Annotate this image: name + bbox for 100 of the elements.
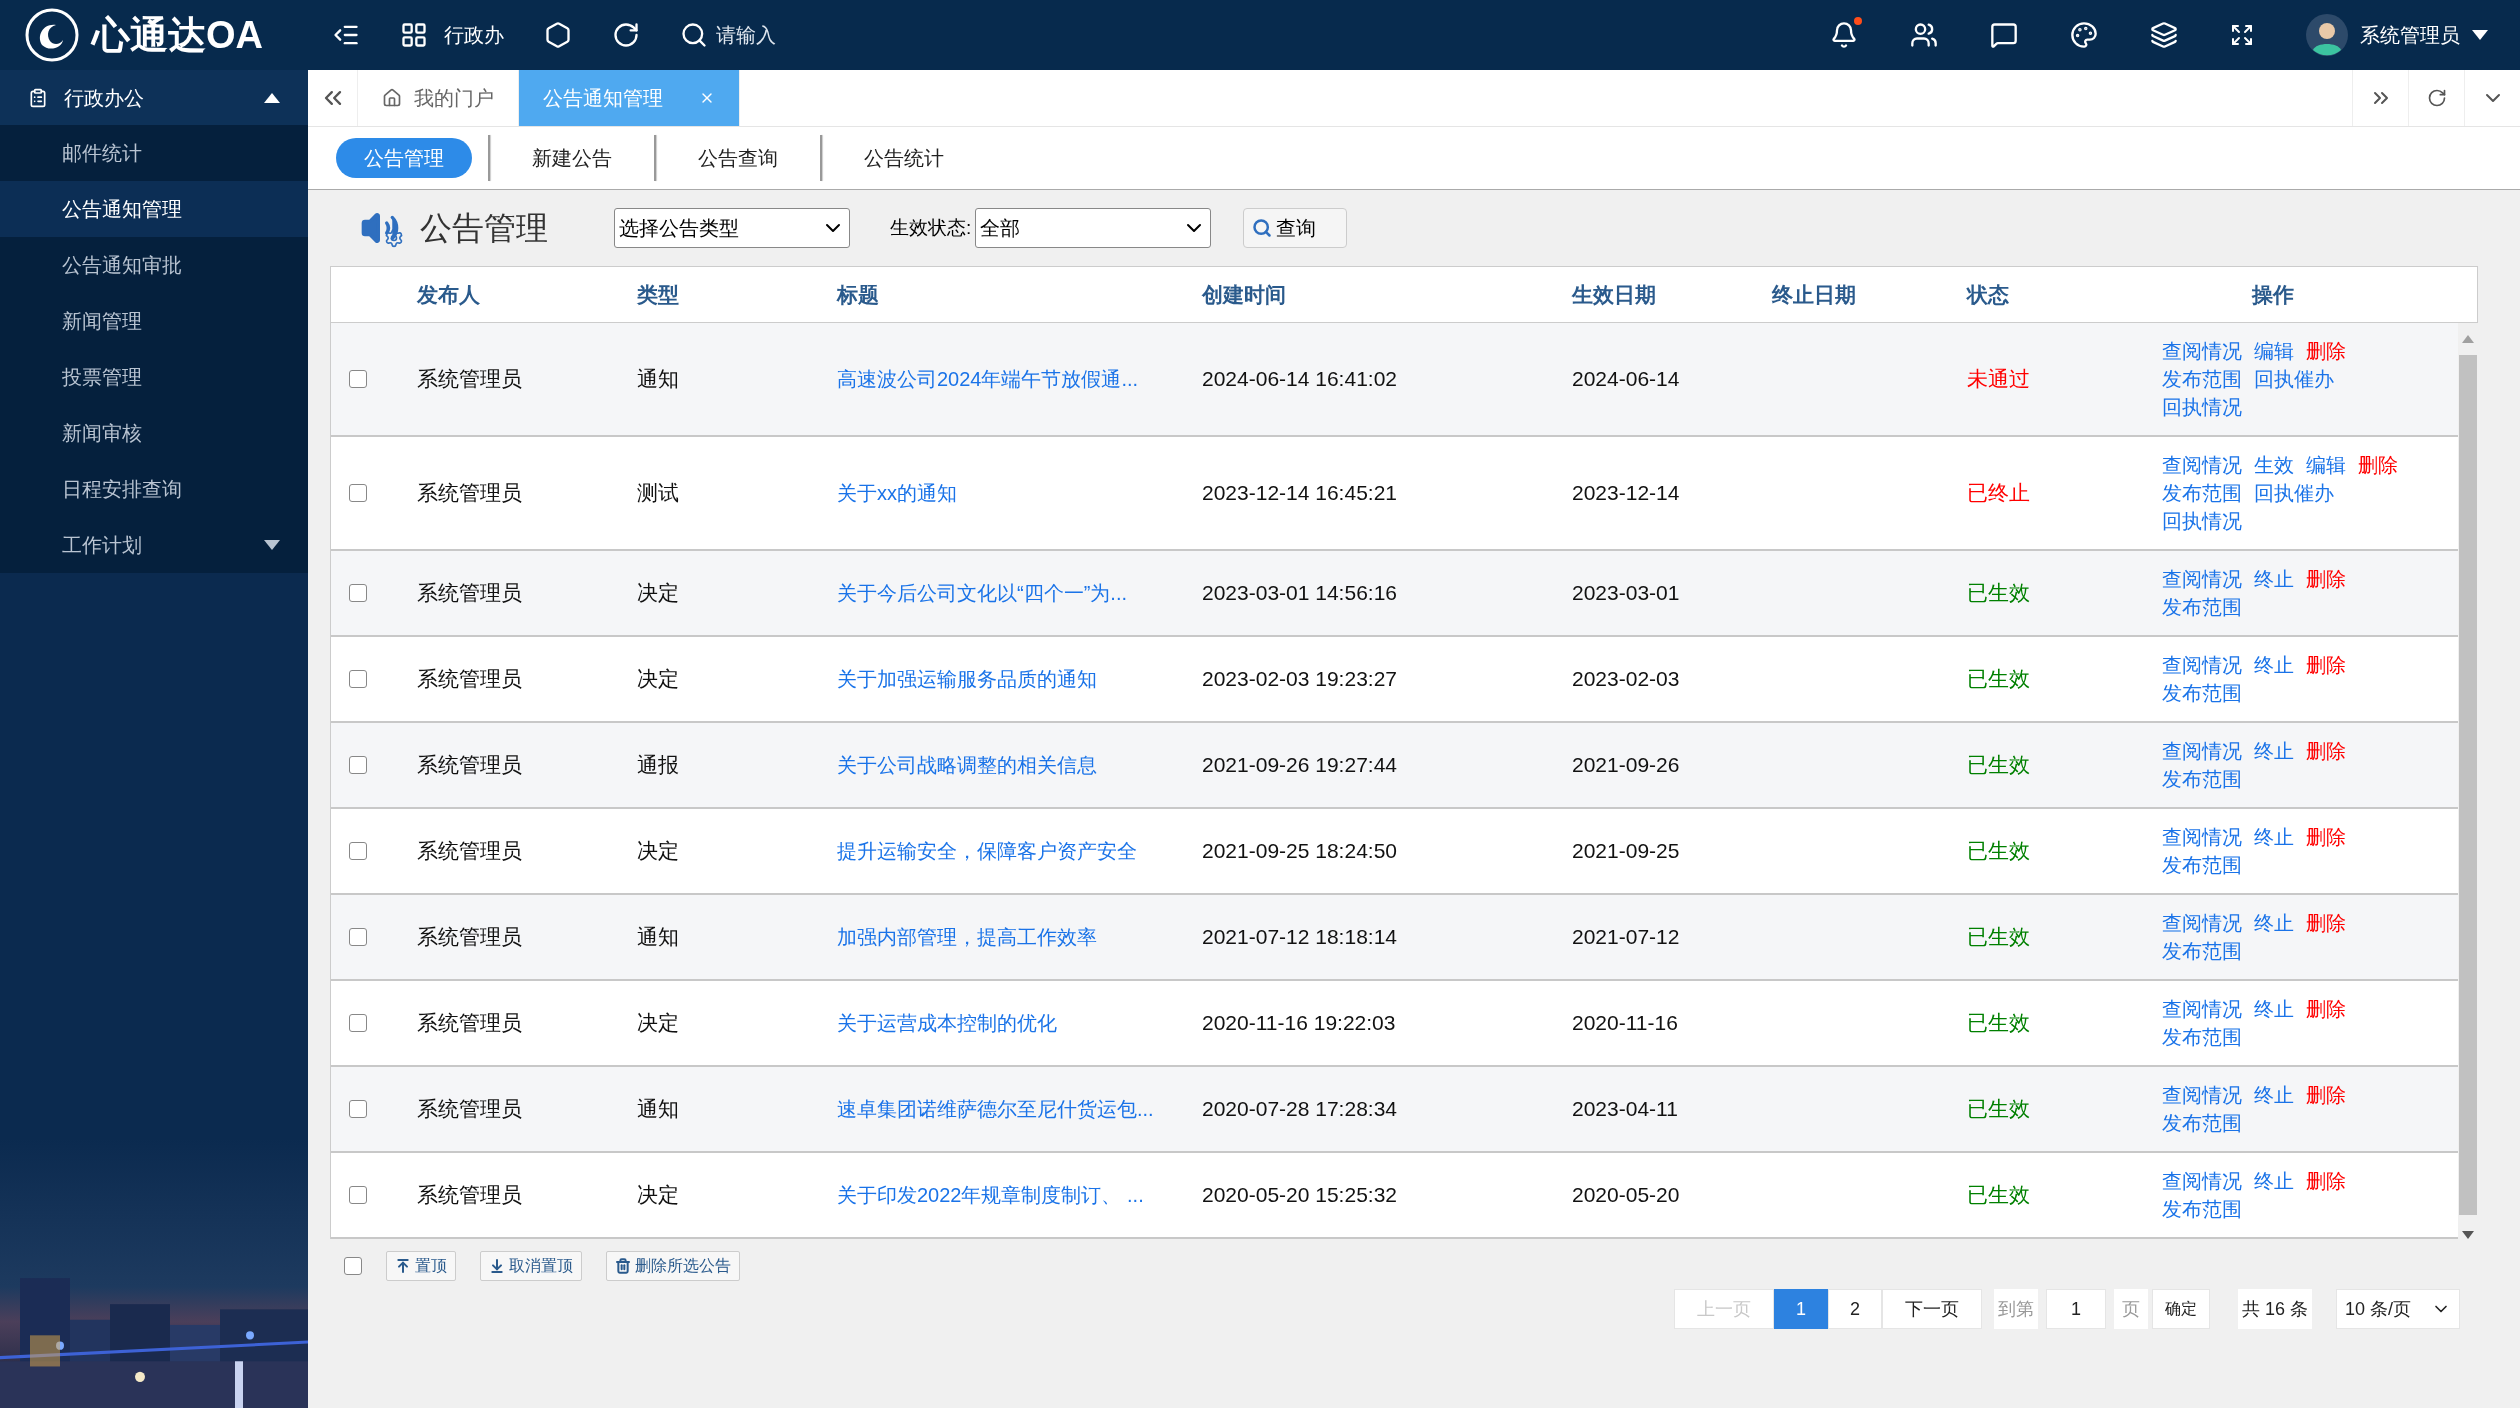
scroll-down-icon[interactable] <box>2462 1231 2474 1239</box>
hexagon-icon[interactable] <box>544 21 572 49</box>
notice-title-link[interactable]: 加强内部管理，提高工作效率 <box>837 926 1097 949</box>
delete-link[interactable]: 删除 <box>2306 823 2346 851</box>
action-link[interactable]: 发布范围 <box>2162 1195 2242 1223</box>
checkbox[interactable] <box>349 1186 367 1204</box>
notice-title-link[interactable]: 关于今后公司文化以“四个一”为... <box>837 582 1127 605</box>
action-link[interactable]: 终止 <box>2254 1081 2294 1109</box>
action-link[interactable]: 回执情况 <box>2162 507 2242 535</box>
sidebar-item[interactable]: 邮件统计 <box>0 125 308 181</box>
action-link[interactable]: 查阅情况 <box>2162 737 2242 765</box>
checkbox[interactable] <box>349 756 367 774</box>
action-link[interactable]: 查阅情况 <box>2162 337 2242 365</box>
grid-icon[interactable] <box>400 21 428 49</box>
notice-title-link[interactable]: 关于印发2022年规章制度制订、 ... <box>837 1184 1144 1207</box>
delete-link[interactable]: 删除 <box>2306 1081 2346 1109</box>
search-field[interactable]: 请输入 <box>716 20 876 50</box>
avatar-icon[interactable] <box>2306 14 2348 56</box>
delete-link[interactable]: 删除 <box>2306 995 2346 1023</box>
type-select[interactable]: 选择公告类型 <box>614 208 850 248</box>
action-link[interactable]: 发布范围 <box>2162 365 2242 393</box>
fullscreen-icon[interactable] <box>2230 23 2254 47</box>
action-link[interactable]: 终止 <box>2254 565 2294 593</box>
notice-title-link[interactable]: 关于公司战略调整的相关信息 <box>837 754 1097 777</box>
sidebar-item[interactable]: 工作计划 <box>0 517 308 573</box>
action-link[interactable]: 终止 <box>2254 995 2294 1023</box>
delete-link[interactable]: 删除 <box>2306 737 2346 765</box>
checkbox[interactable] <box>344 1257 362 1275</box>
delete-link[interactable]: 删除 <box>2306 337 2346 365</box>
action-link[interactable]: 查阅情况 <box>2162 909 2242 937</box>
delete-link[interactable]: 删除 <box>2306 1167 2346 1195</box>
notice-title-link[interactable]: 关于运营成本控制的优化 <box>837 1012 1057 1035</box>
notice-title-link[interactable]: 关于加强运输服务品质的通知 <box>837 668 1097 691</box>
caret-icon[interactable] <box>2472 29 2488 41</box>
action-link[interactable]: 发布范围 <box>2162 851 2242 879</box>
module-label[interactable]: 行政办 <box>444 20 504 50</box>
action-link[interactable]: 查阅情况 <box>2162 823 2242 851</box>
bell-icon[interactable] <box>1830 21 1858 49</box>
sub-tab[interactable]: 公告管理 <box>336 138 472 178</box>
sidebar-item[interactable]: 日程安排查询 <box>0 461 308 517</box>
checkbox[interactable] <box>349 928 367 946</box>
sidebar-item[interactable]: 公告通知审批 <box>0 237 308 293</box>
page-size-select[interactable]: 10 条/页 <box>2336 1289 2460 1329</box>
notice-title-link[interactable]: 速卓集团诺维萨德尔至尼什货运包... <box>837 1098 1154 1121</box>
sidebar-item[interactable]: 公告通知管理 <box>0 181 308 237</box>
notice-title-link[interactable]: 关于xx的通知 <box>837 482 957 505</box>
sidebar-item[interactable]: 新闻审核 <box>0 405 308 461</box>
action-link[interactable]: 终止 <box>2254 737 2294 765</box>
action-link[interactable]: 查阅情况 <box>2162 1167 2242 1195</box>
action-link[interactable]: 编辑 <box>2254 337 2294 365</box>
chat-icon[interactable] <box>1990 21 2018 49</box>
sub-tab[interactable]: 新建公告 <box>490 138 654 178</box>
sidebar-item[interactable]: 投票管理 <box>0 349 308 405</box>
user-name[interactable]: 系统管理员 <box>2360 20 2460 50</box>
sidebar-group[interactable]: 行政办公 <box>0 70 308 125</box>
checkbox[interactable] <box>349 484 367 502</box>
goto-page-field[interactable]: 1 <box>2045 1289 2106 1329</box>
sub-tab[interactable]: 公告查询 <box>656 138 820 178</box>
page-number-button[interactable]: 2 <box>1827 1289 1882 1329</box>
next-page-button[interactable]: 下一页 <box>1881 1289 1982 1329</box>
action-link[interactable]: 发布范围 <box>2162 937 2242 965</box>
action-link[interactable]: 发布范围 <box>2162 593 2242 621</box>
confirm-button[interactable]: 确定 <box>2151 1289 2210 1329</box>
delete-link[interactable]: 删除 <box>2306 651 2346 679</box>
status-select[interactable]: 全部 <box>975 208 1212 248</box>
delete-link[interactable]: 删除 <box>2306 909 2346 937</box>
action-link[interactable]: 查阅情况 <box>2162 565 2242 593</box>
checkbox[interactable] <box>349 370 367 388</box>
action-link[interactable]: 查阅情况 <box>2162 995 2242 1023</box>
refresh-icon[interactable] <box>612 21 640 49</box>
checkbox[interactable] <box>349 670 367 688</box>
checkbox[interactable] <box>349 1014 367 1032</box>
action-link[interactable]: 发布范围 <box>2162 1109 2242 1137</box>
users-icon[interactable] <box>1910 21 1938 49</box>
action-link[interactable]: 回执情况 <box>2162 393 2242 421</box>
checkbox[interactable] <box>349 584 367 602</box>
sidebar-item[interactable]: 新闻管理 <box>0 293 308 349</box>
action-link[interactable]: 终止 <box>2254 1167 2294 1195</box>
notice-title-link[interactable]: 提升运输安全，保障客户资产安全 <box>837 840 1137 863</box>
action-link[interactable]: 回执催办 <box>2254 479 2334 507</box>
action-link[interactable]: 生效 <box>2254 451 2294 479</box>
delete-link[interactable]: 删除 <box>2358 451 2398 479</box>
footer-button[interactable]: 删除所选公告 <box>606 1251 740 1281</box>
footer-button[interactable]: 置顶 <box>386 1251 456 1281</box>
notice-title-link[interactable]: 高速波公司2024年端午节放假通... <box>837 368 1139 391</box>
action-link[interactable]: 发布范围 <box>2162 1023 2242 1051</box>
checkbox[interactable] <box>349 842 367 860</box>
page-number-button[interactable]: 1 <box>1773 1289 1828 1329</box>
palette-icon[interactable] <box>2070 21 2098 49</box>
action-link[interactable]: 终止 <box>2254 909 2294 937</box>
action-link[interactable]: 发布范围 <box>2162 765 2242 793</box>
delete-link[interactable]: 删除 <box>2306 565 2346 593</box>
action-link[interactable]: 终止 <box>2254 823 2294 851</box>
footer-button[interactable]: 取消置顶 <box>480 1251 582 1281</box>
action-link[interactable]: 编辑 <box>2306 451 2346 479</box>
checkbox[interactable] <box>349 1100 367 1118</box>
layers-icon[interactable] <box>2150 21 2178 49</box>
action-link[interactable]: 回执催办 <box>2254 365 2334 393</box>
action-link[interactable]: 查阅情况 <box>2162 451 2242 479</box>
query-button[interactable]: 查询 <box>1243 208 1348 248</box>
